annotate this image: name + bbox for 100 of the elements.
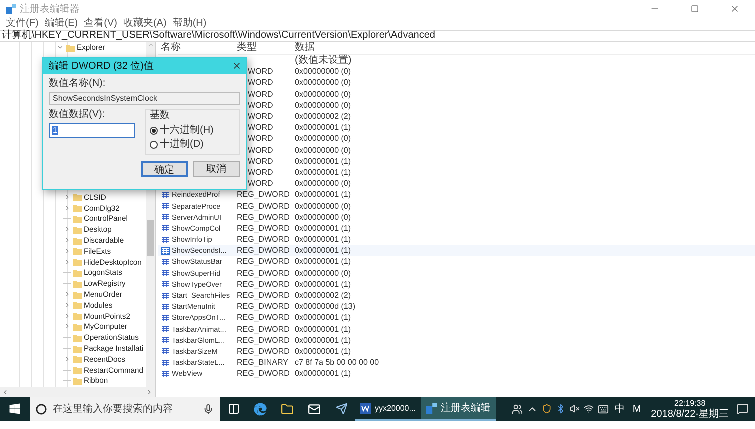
menu-item[interactable]: 查看(V) xyxy=(84,18,118,30)
value-type: WORD xyxy=(248,178,274,190)
value-type: REG_DWORD xyxy=(237,324,290,335)
collapse-icon[interactable] xyxy=(56,44,64,51)
value-type: REG_DWORD xyxy=(237,256,290,268)
value-data: 0x00000000 (0) xyxy=(295,88,352,100)
search-field[interactable]: 在这里输入你要搜索的内容 xyxy=(30,397,220,421)
expand-icon[interactable] xyxy=(64,356,70,363)
value-data-field[interactable]: 1 xyxy=(49,123,135,138)
value-icon xyxy=(161,292,170,300)
close-icon[interactable] xyxy=(730,4,740,14)
horizontal-scrollbar[interactable] xyxy=(0,387,155,397)
value-data: 0x00000001 (1) xyxy=(295,166,352,178)
mail-icon[interactable] xyxy=(308,402,321,416)
value-name-field[interactable]: ShowSecondsInSystemClock xyxy=(49,92,240,105)
value-data: 0x00000001 (1) xyxy=(295,156,352,167)
people-icon[interactable] xyxy=(512,404,523,414)
value-icon xyxy=(161,302,170,311)
input-method-button[interactable]: 中 xyxy=(612,402,627,416)
value-data: 0x00000001 (1) xyxy=(295,346,352,357)
menu-item[interactable]: 帮助(H) xyxy=(172,18,207,30)
value-data: 0x00000002 (2) xyxy=(295,111,352,122)
value-icon xyxy=(161,358,170,367)
browser-icon[interactable] xyxy=(254,402,267,416)
value-icon xyxy=(161,314,170,322)
field-label: 数值名称(N): xyxy=(49,78,107,90)
cortana-icon xyxy=(36,404,47,414)
value-icon xyxy=(161,347,170,356)
value-icon xyxy=(161,325,170,334)
maximize-icon[interactable] xyxy=(691,5,699,13)
value-type: REG_DWORD xyxy=(237,189,290,200)
shield-icon[interactable] xyxy=(542,404,552,414)
value-type: WORD xyxy=(248,100,274,111)
value-data: 0x00000000 (0) xyxy=(295,66,352,78)
bluetooth-icon[interactable] xyxy=(556,404,566,414)
value-data: 0x00000000 (0) xyxy=(295,144,352,156)
value-type: REG_DWORD xyxy=(237,301,290,312)
clock[interactable]: 22:19:38 2018/8/22-星期三 xyxy=(647,398,733,420)
scroll-right-icon[interactable] xyxy=(146,388,153,396)
registry-icon xyxy=(6,4,16,14)
menu-item[interactable]: 文件(F) xyxy=(6,18,39,30)
document-icon xyxy=(360,402,371,414)
notification-icon[interactable] xyxy=(737,403,749,415)
value-type: REG_DWORD xyxy=(237,312,290,324)
address-path[interactable]: 计算机\HKEY_CURRENT_USER\Software\Microsoft\Windows\CurrentVersion\Explorer\Advanced xyxy=(2,31,436,41)
group-label: 基数 xyxy=(150,110,171,122)
value-data: 0x00000001 (1) xyxy=(295,122,352,134)
value-data: 0x00000001 (1) xyxy=(295,245,352,256)
value-data: 0x00000001 (1) xyxy=(295,222,352,234)
value-icon xyxy=(161,370,170,378)
close-icon[interactable] xyxy=(232,61,242,71)
value-type: REG_DWORD xyxy=(237,346,290,357)
taskbar-app[interactable]: 注册表编辑 xyxy=(420,397,496,421)
radio-option[interactable]: 十六进制(H) xyxy=(150,125,235,136)
value-type: WORD xyxy=(248,133,274,144)
menu-item[interactable]: 收藏夹(A) xyxy=(123,18,167,30)
dialog-button[interactable]: 取消 xyxy=(193,161,240,177)
value-type: REG_DWORD xyxy=(237,290,290,302)
input-mode-button[interactable]: M xyxy=(630,404,644,414)
column-header[interactable]: 数据 xyxy=(292,42,432,54)
start-icon[interactable] xyxy=(9,403,21,415)
value-data: 0x00000000 (0) xyxy=(295,133,352,144)
value-icon xyxy=(161,269,170,278)
value-type: WORD xyxy=(248,66,274,78)
value-type: WORD xyxy=(248,88,274,100)
network-icon[interactable] xyxy=(584,404,594,414)
column-header[interactable]: 类型 xyxy=(234,42,292,54)
menu-item[interactable]: 编辑(E) xyxy=(44,18,78,30)
paper-plane-icon[interactable] xyxy=(336,403,348,415)
value-data: 0x00000001 (1) xyxy=(295,189,352,200)
dialog-button[interactable]: 确定 xyxy=(141,161,188,177)
value-type: WORD xyxy=(248,122,274,134)
value-data: 0x00000001 (1) xyxy=(295,334,352,346)
value-icon xyxy=(161,213,170,222)
value-type: WORD xyxy=(248,144,274,156)
microphone-icon[interactable] xyxy=(203,404,214,414)
folder-icon[interactable] xyxy=(281,402,294,416)
value-data: 0x00000001 (1) xyxy=(295,312,352,324)
value-type: WORD xyxy=(248,77,274,88)
value-icon xyxy=(161,202,170,210)
value-data: 0x00000000 (0) xyxy=(295,268,352,279)
value-type: REG_DWORD xyxy=(237,212,290,223)
value-icon xyxy=(161,236,170,244)
value-type: REG_DWORD xyxy=(237,222,290,234)
value-type: REG_DWORD xyxy=(237,234,290,246)
value-icon xyxy=(161,336,170,344)
value-data: 0x00000001 (1) xyxy=(295,278,352,290)
column-header[interactable]: 名称 xyxy=(158,42,234,54)
radio-option[interactable]: 十进制(D) xyxy=(150,139,235,150)
task-view-icon[interactable] xyxy=(228,403,240,415)
keyboard-icon[interactable] xyxy=(598,404,609,414)
value-data: 0x00000001 (1) xyxy=(295,324,352,335)
scroll-left-icon[interactable] xyxy=(2,388,9,396)
value-type: WORD xyxy=(248,156,274,167)
value-data: c7 8f 7a 5b 00 00 00 00 xyxy=(295,357,380,368)
value-type: REG_DWORD xyxy=(237,268,290,279)
value-data: 0x0000000d (13) xyxy=(295,301,356,312)
scroll-thumb[interactable] xyxy=(147,220,154,256)
volume-muted-icon[interactable] xyxy=(570,404,580,414)
value-data: 0x00000000 (0) xyxy=(295,77,352,88)
